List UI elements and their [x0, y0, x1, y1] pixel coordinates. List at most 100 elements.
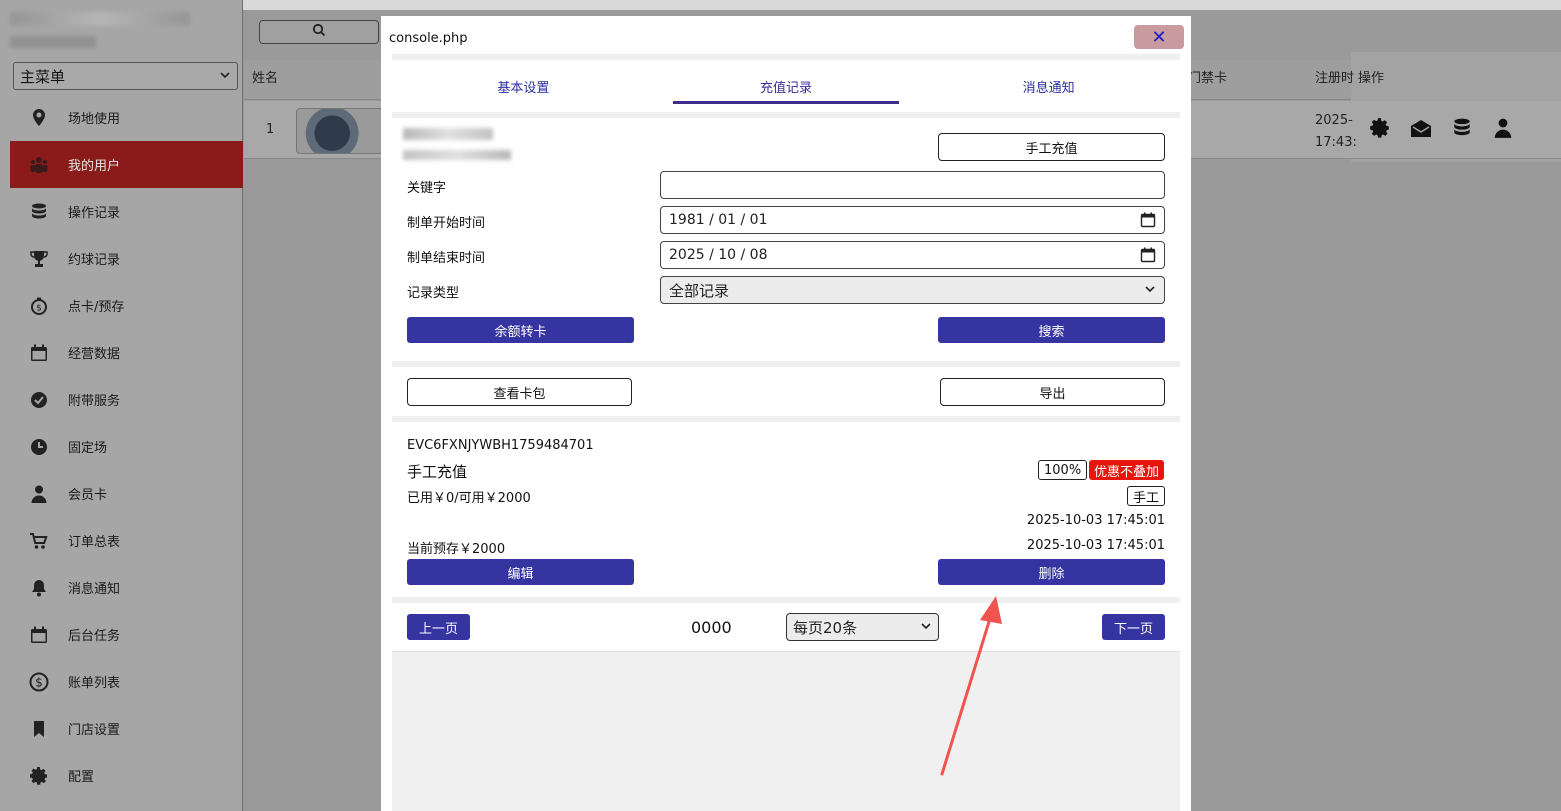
- column-header-name: 姓名: [252, 71, 279, 86]
- sidebar-item-label: 约球记录: [68, 253, 121, 268]
- sidebar-item-business-data[interactable]: 经营数据: [10, 329, 243, 376]
- start-time-label: 制单开始时间: [407, 216, 486, 231]
- avatar: [296, 108, 386, 154]
- no-stack-badge: 优惠不叠加: [1089, 460, 1165, 480]
- sidebar-item-label: 门店设置: [68, 723, 121, 738]
- export-button[interactable]: 导出: [940, 378, 1165, 406]
- sidebar-item-notifications[interactable]: 消息通知: [10, 564, 243, 611]
- sidebar-item-background-tasks[interactable]: 后台任务: [10, 611, 243, 658]
- end-date-input[interactable]: 2025 / 10 / 08: [660, 241, 1165, 269]
- database-icon: [28, 201, 50, 223]
- button-label: 手工充值: [1025, 141, 1078, 157]
- empty-area: [392, 651, 1180, 811]
- button-label: 上一页: [418, 621, 458, 637]
- database-icon[interactable]: [1450, 116, 1474, 140]
- button-label: 编辑: [507, 566, 534, 582]
- sidebar-item-label: 固定场: [68, 441, 108, 456]
- user-info-blurred: [403, 150, 511, 160]
- divider: [392, 361, 1180, 367]
- tab-message-notifications[interactable]: 消息通知: [917, 60, 1180, 112]
- gear-icon: [28, 765, 50, 787]
- column-header-operations: 操作: [1358, 71, 1385, 86]
- sidebar-item-operation-log[interactable]: 操作记录: [10, 188, 243, 235]
- manual-topup-button[interactable]: 手工充值: [938, 133, 1165, 161]
- map-pin-icon: [28, 107, 50, 129]
- page-number: 0000: [691, 618, 732, 637]
- user-icon: [28, 483, 50, 505]
- calendar-icon[interactable]: [1140, 247, 1156, 263]
- tab-basic-settings[interactable]: 基本设置: [392, 60, 655, 112]
- keyword-label: 关键字: [407, 181, 447, 196]
- button-label: 余额转卡: [494, 324, 547, 340]
- tab-recharge-records[interactable]: 充值记录: [655, 60, 918, 112]
- register-time-cell: 2025- 17:43:: [1315, 110, 1357, 154]
- button-label: 删除: [1038, 566, 1065, 582]
- modal-title: console.php: [389, 31, 468, 46]
- tab-label: 充值记录: [760, 80, 813, 96]
- sidebar-item-point-card[interactable]: $ 点卡/预存: [10, 282, 243, 329]
- calendar-icon: [28, 342, 50, 364]
- keyword-input[interactable]: [660, 171, 1165, 199]
- sidebar-item-label: 后台任务: [68, 629, 121, 644]
- sidebar-item-label: 我的用户: [68, 159, 121, 174]
- sidebar-item-label: 消息通知: [68, 582, 121, 597]
- row-operations: [1368, 116, 1515, 140]
- column-header-register-time: 注册时: [1315, 71, 1355, 86]
- sidebar-item-bill-list[interactable]: $ 账单列表: [10, 658, 243, 705]
- tab-bar: 基本设置 充值记录 消息通知: [392, 60, 1180, 112]
- sidebar-item-member-card[interactable]: 会员卡: [10, 470, 243, 517]
- tab-label: 消息通知: [1022, 80, 1075, 96]
- end-date-value: 2025 / 10 / 08: [669, 247, 768, 263]
- dollar-icon: $: [28, 671, 50, 693]
- envelope-open-icon[interactable]: [1409, 116, 1433, 140]
- cart-icon: [28, 530, 50, 552]
- trophy-icon: [28, 248, 50, 270]
- balance-transfer-button[interactable]: 余额转卡: [407, 317, 634, 343]
- calendar-icon[interactable]: [1140, 212, 1156, 228]
- sidebar-item-venue-usage[interactable]: 场地使用: [10, 94, 243, 141]
- prev-page-button[interactable]: 上一页: [407, 614, 470, 640]
- row-number: 1: [266, 122, 275, 137]
- delete-button[interactable]: 删除: [938, 559, 1165, 585]
- button-label: 导出: [1039, 386, 1066, 402]
- manual-badge: 手工: [1127, 486, 1166, 506]
- gear-icon[interactable]: [1368, 116, 1392, 140]
- bell-icon: [28, 577, 50, 599]
- search-button[interactable]: [259, 20, 379, 44]
- sidebar-item-label: 配置: [68, 770, 95, 785]
- edit-button[interactable]: 编辑: [407, 559, 634, 585]
- register-clock: 17:43:: [1315, 135, 1357, 150]
- sidebar-item-my-users[interactable]: 我的用户: [10, 141, 243, 188]
- sidebar-item-order-summary[interactable]: 订单总表: [10, 517, 243, 564]
- sidebar-item-ball-booking[interactable]: 约球记录: [10, 235, 243, 282]
- sidebar-item-config[interactable]: 配置: [10, 752, 243, 799]
- user-info-blurred: [403, 128, 493, 140]
- sidebar-item-label: 场地使用: [68, 112, 121, 127]
- view-wallet-button[interactable]: 查看卡包: [407, 378, 632, 406]
- sidebar-item-store-settings[interactable]: 门店设置: [10, 705, 243, 752]
- record-updated-time: 2025-10-03 17:45:01: [1026, 538, 1165, 553]
- sidebar-item-label: 点卡/预存: [68, 300, 125, 315]
- sidebar-item-extra-services[interactable]: 附带服务: [10, 376, 243, 423]
- sidebar-item-label: 经营数据: [68, 347, 121, 362]
- site-subtitle-blurred: [10, 36, 96, 48]
- main-menu-select[interactable]: 主菜单: [13, 62, 238, 90]
- next-page-button[interactable]: 下一页: [1102, 614, 1165, 640]
- close-button[interactable]: ✕: [1134, 25, 1184, 49]
- user-icon[interactable]: [1491, 116, 1515, 140]
- bookmark-icon: [28, 718, 50, 740]
- sidebar-item-fixed-court[interactable]: 固定场: [10, 423, 243, 470]
- search-submit-button[interactable]: 搜索: [938, 317, 1165, 343]
- calendar-icon: [28, 624, 50, 646]
- svg-text:$: $: [36, 303, 42, 313]
- start-date-input[interactable]: 1981 / 01 / 01: [660, 206, 1165, 234]
- discount-badge: 100%: [1038, 460, 1088, 480]
- sidebar-item-label: 附带服务: [68, 394, 121, 409]
- start-date-value: 1981 / 01 / 01: [669, 212, 768, 228]
- per-page-select[interactable]: 每页20条: [786, 613, 939, 641]
- main-menu-select-value: 主菜单: [20, 67, 66, 86]
- site-title-blurred: [10, 12, 190, 26]
- piggy-bank-icon: $: [28, 295, 50, 317]
- record-type-select[interactable]: 全部记录: [660, 276, 1165, 304]
- record-usage: 已用￥0/可用￥2000: [407, 491, 531, 506]
